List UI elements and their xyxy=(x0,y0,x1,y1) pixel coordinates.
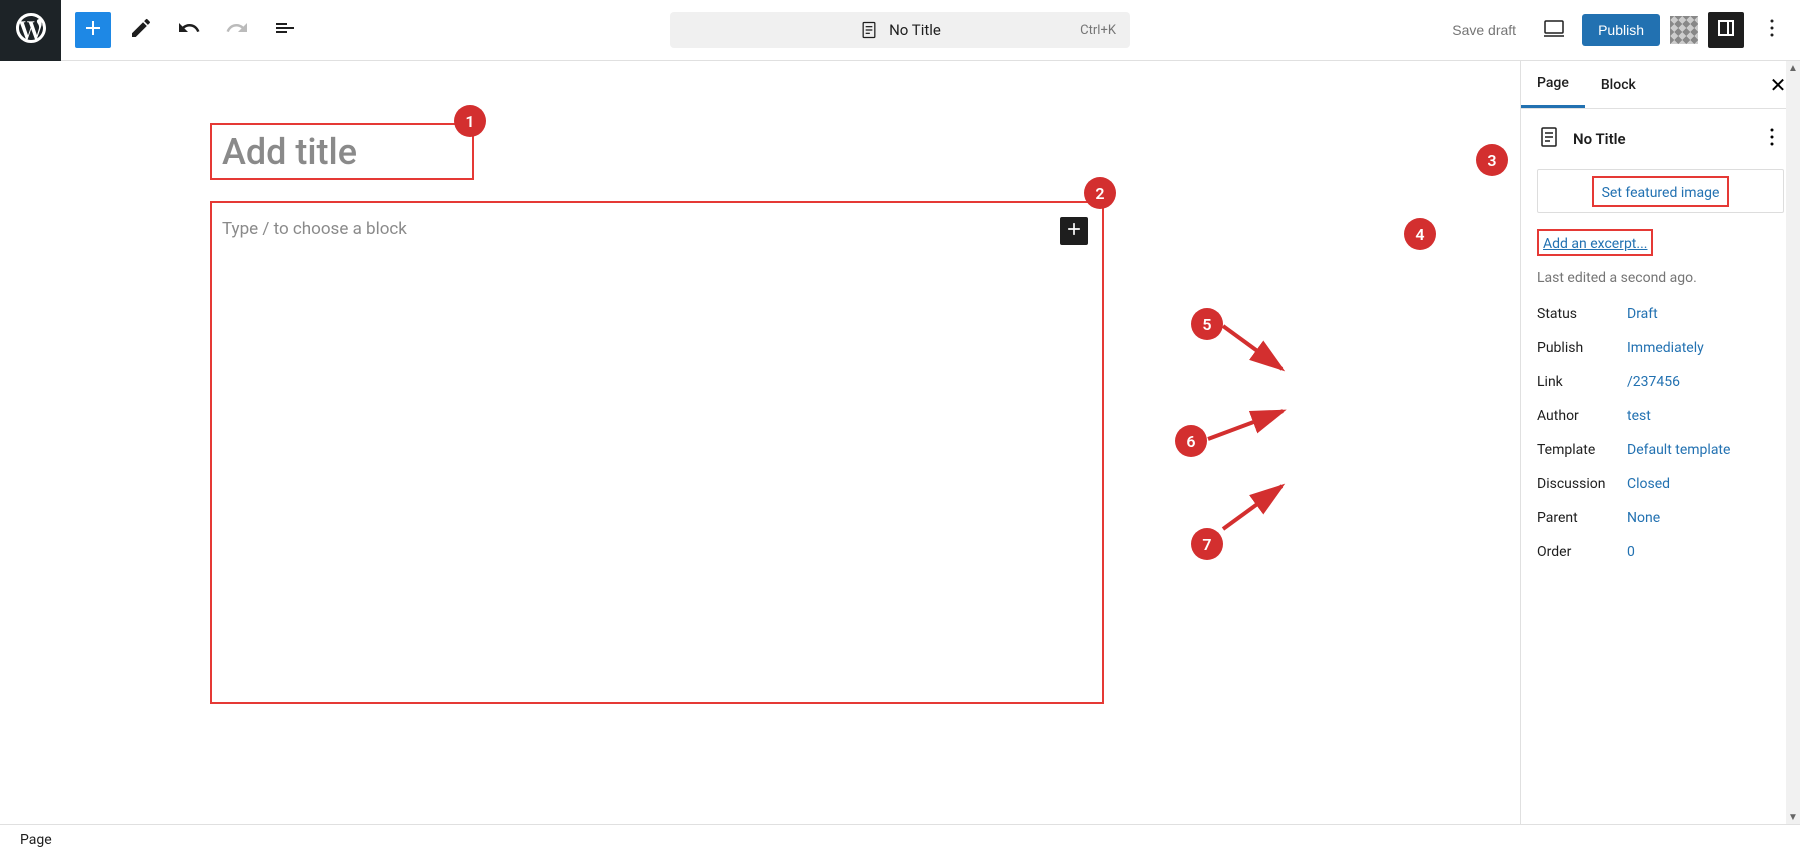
redo-button[interactable] xyxy=(219,12,255,48)
document-overview-button[interactable] xyxy=(267,12,303,48)
wordpress-icon xyxy=(13,10,49,50)
meta-label-parent: Parent xyxy=(1537,510,1627,526)
publish-button[interactable]: Publish xyxy=(1582,14,1660,46)
annotation-6: 6 xyxy=(1175,425,1207,457)
avatar[interactable] xyxy=(1670,16,1698,44)
title-placeholder: Add title xyxy=(222,131,357,173)
add-block-inline-button[interactable] xyxy=(1060,217,1088,245)
sidebar-doc-title-row: No Title xyxy=(1537,125,1784,153)
kebab-icon xyxy=(1760,16,1784,44)
meta-value-author[interactable]: test xyxy=(1627,408,1784,424)
annotation-3: 3 xyxy=(1476,144,1508,176)
toolbar-left-group xyxy=(61,12,303,48)
wordpress-logo-button[interactable] xyxy=(0,0,61,61)
excerpt-row: Add an excerpt... xyxy=(1537,229,1784,256)
annotation-arrow-7 xyxy=(1220,481,1290,533)
tab-block[interactable]: Block xyxy=(1585,61,1652,108)
top-toolbar: No Title Ctrl+K Save draft Publish xyxy=(0,0,1800,61)
meta-label-author: Author xyxy=(1537,408,1627,424)
sidebar-body: No Title Set featured image Add an excer… xyxy=(1521,109,1800,576)
scrollbar[interactable]: ▲ ▼ xyxy=(1786,61,1800,824)
breadcrumb-bar: Page xyxy=(0,824,1800,854)
pencil-icon xyxy=(129,16,153,44)
more-options-button[interactable] xyxy=(1754,12,1790,48)
tools-button[interactable] xyxy=(123,12,159,48)
shortcut-hint: Ctrl+K xyxy=(1080,23,1116,38)
meta-label-status: Status xyxy=(1537,306,1627,322)
list-icon xyxy=(273,16,297,44)
add-block-button[interactable] xyxy=(75,12,111,48)
scroll-up-icon: ▲ xyxy=(1786,61,1800,75)
tab-page[interactable]: Page xyxy=(1521,61,1585,108)
meta-label-order: Order xyxy=(1537,544,1627,560)
sidebar-icon xyxy=(1714,16,1738,44)
close-icon: ✕ xyxy=(1770,73,1787,97)
settings-sidebar: Page Block ✕ No Title xyxy=(1520,61,1800,824)
device-icon xyxy=(1542,16,1566,44)
document-icon xyxy=(1537,125,1561,153)
editor-canvas: Add title Type / to choose a block 1 2 5… xyxy=(0,61,1520,824)
plus-icon xyxy=(81,16,105,44)
save-draft-button[interactable]: Save draft xyxy=(1442,16,1526,44)
meta-label-template: Template xyxy=(1537,442,1627,458)
redo-icon xyxy=(225,16,249,44)
view-button[interactable] xyxy=(1536,12,1572,48)
meta-label-link: Link xyxy=(1537,374,1627,390)
document-title-text: No Title xyxy=(889,21,941,39)
annotation-7: 7 xyxy=(1191,528,1223,560)
breadcrumb[interactable]: Page xyxy=(20,832,52,848)
title-input-wrapper[interactable]: Add title xyxy=(210,123,474,180)
content-block-wrapper[interactable]: Type / to choose a block xyxy=(210,201,1104,704)
featured-image-box[interactable]: Set featured image xyxy=(1537,169,1784,213)
undo-icon xyxy=(177,16,201,44)
toolbar-right-group: Save draft Publish xyxy=(1442,12,1800,48)
doc-title-more-button[interactable] xyxy=(1760,125,1784,153)
plus-icon xyxy=(1064,219,1084,243)
content-placeholder: Type / to choose a block xyxy=(222,219,407,239)
document-icon xyxy=(859,20,879,40)
add-excerpt-link[interactable]: Add an excerpt... xyxy=(1543,236,1647,252)
annotation-arrow-6 xyxy=(1205,406,1290,446)
meta-label-discussion: Discussion xyxy=(1537,476,1627,492)
meta-value-link[interactable]: /237456 xyxy=(1627,374,1784,390)
undo-button[interactable] xyxy=(171,12,207,48)
meta-value-discussion[interactable]: Closed xyxy=(1627,476,1784,492)
annotation-2: 2 xyxy=(1084,177,1116,209)
meta-value-status[interactable]: Draft xyxy=(1627,306,1784,322)
settings-toggle-button[interactable] xyxy=(1708,12,1744,48)
document-title-bar[interactable]: No Title Ctrl+K xyxy=(670,12,1130,48)
annotation-4: 4 xyxy=(1404,218,1436,250)
sidebar-doc-title: No Title xyxy=(1573,130,1626,148)
meta-value-order[interactable]: 0 xyxy=(1627,544,1784,560)
sidebar-tabs: Page Block ✕ xyxy=(1521,61,1800,109)
body-area: Add title Type / to choose a block 1 2 5… xyxy=(0,61,1800,824)
meta-value-template[interactable]: Default template xyxy=(1627,442,1784,458)
kebab-icon xyxy=(1760,134,1784,153)
scroll-down-icon: ▼ xyxy=(1786,810,1800,824)
meta-value-parent[interactable]: None xyxy=(1627,510,1784,526)
meta-value-publish[interactable]: Immediately xyxy=(1627,340,1784,356)
annotation-arrow-5 xyxy=(1220,321,1290,376)
meta-label-publish: Publish xyxy=(1537,340,1627,356)
app-root: No Title Ctrl+K Save draft Publish Add t… xyxy=(0,0,1800,854)
meta-table: Status Draft Publish Immediately Link /2… xyxy=(1537,306,1784,560)
last-edited-text: Last edited a second ago. xyxy=(1537,270,1784,286)
set-featured-image-link[interactable]: Set featured image xyxy=(1602,185,1720,201)
annotation-1: 1 xyxy=(454,105,486,137)
annotation-5: 5 xyxy=(1191,308,1223,340)
